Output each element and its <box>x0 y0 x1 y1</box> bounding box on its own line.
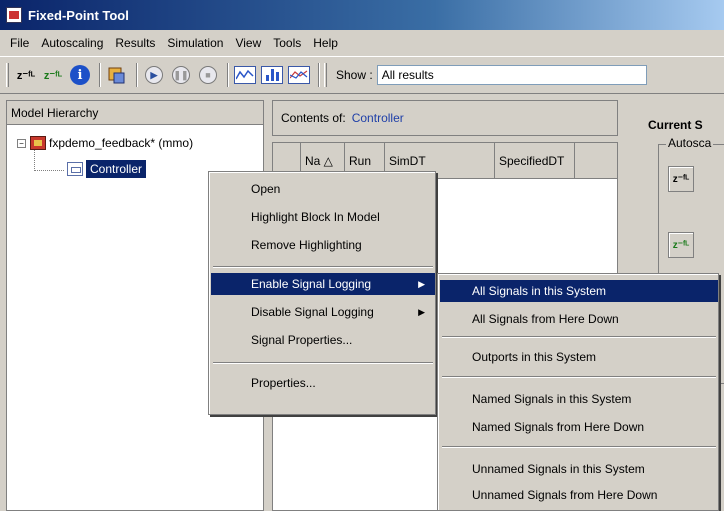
pause-button[interactable]: ❚❚ <box>169 63 193 87</box>
toolbar-separator <box>227 63 229 87</box>
show-dropdown[interactable]: All results <box>376 65 647 85</box>
tree-item-controller-label: Controller <box>86 160 147 178</box>
contents-label: Contents of: <box>281 111 346 125</box>
submenu-item-all-signals-down[interactable]: All Signals from Here Down <box>440 308 718 330</box>
autoscaling-group-label: Autosca <box>666 136 714 150</box>
menu-help[interactable]: Help <box>307 36 344 50</box>
signal-logging-submenu: All Signals in this System All Signals f… <box>437 273 719 511</box>
info-button[interactable]: i <box>68 63 92 87</box>
submenu-item-label: Unnamed Signals from Here Down <box>472 488 658 502</box>
menu-separator <box>442 446 716 448</box>
menu-separator <box>442 336 716 338</box>
menu-item-signal-properties[interactable]: Signal Properties... <box>211 329 435 351</box>
tree-item-root[interactable]: − fxpdemo_feedback* (mmo) <box>17 133 193 153</box>
menu-autoscaling[interactable]: Autoscaling <box>35 36 109 50</box>
window-title: Fixed-Point Tool <box>28 7 129 23</box>
plot-signal-icon <box>234 66 256 84</box>
submenu-item-unnamed-down[interactable]: Unnamed Signals from Here Down <box>440 484 718 506</box>
menu-separator <box>213 266 433 268</box>
app-icon <box>6 7 22 23</box>
play-button[interactable]: ▶ <box>142 63 166 87</box>
propose-fl-label: z⁻ᶠᴸ <box>16 69 36 82</box>
plot-signal-button[interactable] <box>233 63 257 87</box>
submenu-arrow-icon: ▶ <box>418 306 425 317</box>
submenu-item-named-down[interactable]: Named Signals from Here Down <box>440 416 718 438</box>
apply-fl-side-icon: z⁻ᶠᴸ <box>672 239 690 251</box>
submenu-item-named-system[interactable]: Named Signals in this System <box>440 388 718 410</box>
menu-file[interactable]: File <box>4 36 35 50</box>
model-advisor-icon[interactable] <box>105 63 129 87</box>
subsystem-icon <box>67 162 83 176</box>
submenu-item-label: Unnamed Signals in this System <box>472 462 645 476</box>
submenu-item-label: Outports in this System <box>472 350 597 364</box>
play-icon: ▶ <box>145 66 163 84</box>
histogram-icon <box>261 66 283 84</box>
compare-button[interactable] <box>287 63 311 87</box>
submenu-item-label: All Signals from Here Down <box>472 312 619 326</box>
info-icon: i <box>70 65 90 85</box>
compare-icon <box>288 66 310 84</box>
propose-fl-side-button[interactable]: z⁻ᶠᴸ <box>668 166 694 192</box>
menu-item-disable-signal-logging-label: Disable Signal Logging <box>251 305 374 319</box>
toolbar-separator <box>99 63 101 87</box>
menu-view[interactable]: View <box>229 36 267 50</box>
submenu-item-label: All Signals in this System <box>472 284 607 298</box>
menu-item-properties[interactable]: Properties... <box>211 372 435 394</box>
toolbar-grip[interactable] <box>6 63 9 87</box>
contents-system-link[interactable]: Controller <box>352 111 404 125</box>
model-hierarchy-header: Model Hierarchy <box>7 101 263 125</box>
submenu-item-all-signals-system[interactable]: All Signals in this System <box>440 280 718 302</box>
toolbar-separator <box>318 63 320 87</box>
menu-item-signal-properties-label: Signal Properties... <box>251 333 353 347</box>
toolbar-grip[interactable] <box>324 63 327 87</box>
submenu-arrow-icon: ▶ <box>418 278 425 289</box>
submenu-item-outports[interactable]: Outports in this System <box>440 346 718 368</box>
show-label: Show : <box>336 68 373 82</box>
menu-separator <box>442 376 716 378</box>
tree-connector <box>34 150 35 171</box>
propose-fl-icon[interactable]: z⁻ᶠᴸ <box>14 63 38 87</box>
menu-item-properties-label: Properties... <box>251 376 316 390</box>
tree-item-controller[interactable]: Controller <box>67 159 147 179</box>
apply-fl-side-button[interactable]: z⁻ᶠᴸ <box>668 232 694 258</box>
submenu-item-unnamed-system[interactable]: Unnamed Signals in this System <box>440 458 718 480</box>
pause-icon: ❚❚ <box>172 66 190 84</box>
propose-fl-side-icon: z⁻ᶠᴸ <box>672 173 690 185</box>
current-settings-title: Current S <box>648 118 703 132</box>
menu-tools[interactable]: Tools <box>267 36 307 50</box>
submenu-item-label: Named Signals in this System <box>472 392 632 406</box>
submenu-item-label: Named Signals from Here Down <box>472 420 645 434</box>
menu-separator <box>213 362 433 364</box>
histogram-button[interactable] <box>260 63 284 87</box>
menu-bar: File Autoscaling Results Simulation View… <box>0 30 724 56</box>
stop-icon: ■ <box>199 66 217 84</box>
menu-item-highlight-block[interactable]: Highlight Block In Model <box>211 206 435 228</box>
collapse-icon[interactable]: − <box>17 138 26 148</box>
menu-item-highlight-block-label: Highlight Block In Model <box>251 210 380 224</box>
apply-fl-icon[interactable]: z⁻ᶠᴸ <box>41 63 65 87</box>
contents-bar: Contents of: Controller <box>272 100 618 136</box>
title-bar: Fixed-Point Tool <box>0 0 724 30</box>
apply-fl-label: z⁻ᶠᴸ <box>43 69 63 82</box>
model-icon <box>30 136 46 150</box>
context-menu: Open Highlight Block In Model Remove Hig… <box>208 171 436 415</box>
toolbar-separator <box>136 63 138 87</box>
tree-item-root-label: fxpdemo_feedback* (mmo) <box>49 136 194 150</box>
toolbar: z⁻ᶠᴸ z⁻ᶠᴸ i ▶ ❚❚ ■ Show : All results <box>0 56 724 94</box>
menu-item-enable-signal-logging-label: Enable Signal Logging <box>251 277 372 291</box>
tree-connector <box>34 170 64 171</box>
column-header-specifieddt[interactable]: SpecifiedDT <box>495 143 575 178</box>
stop-button[interactable]: ■ <box>196 63 220 87</box>
menu-results[interactable]: Results <box>109 36 161 50</box>
menu-simulation[interactable]: Simulation <box>161 36 229 50</box>
menu-item-remove-highlighting[interactable]: Remove Highlighting <box>211 234 435 256</box>
menu-item-enable-signal-logging[interactable]: Enable Signal Logging ▶ <box>211 273 435 295</box>
menu-item-remove-highlighting-label: Remove Highlighting <box>251 238 362 252</box>
menu-item-open-label: Open <box>251 182 281 196</box>
menu-item-disable-signal-logging[interactable]: Disable Signal Logging ▶ <box>211 301 435 323</box>
menu-item-open[interactable]: Open <box>211 178 435 200</box>
